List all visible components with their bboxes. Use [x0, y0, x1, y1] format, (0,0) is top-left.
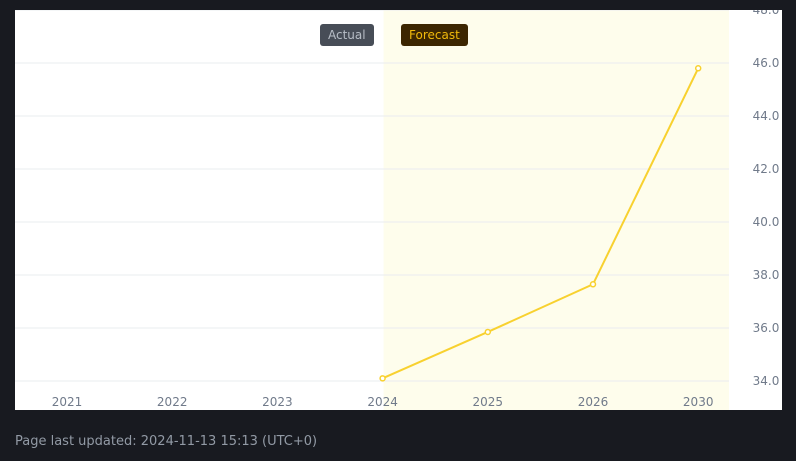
y-tick-label: 36.0: [753, 321, 780, 335]
forecast-region: [383, 10, 729, 410]
page: 34.0 36.0 38.0 40.0 42.0 44.0 46.0 48.0 2021 2022…: [0, 0, 796, 461]
y-tick-label: 40.0: [753, 215, 780, 229]
updated-prefix: Page last updated:: [15, 434, 137, 449]
actual-legend-badge[interactable]: Actual: [320, 24, 374, 46]
data-point: [379, 375, 386, 382]
data-point: [694, 65, 702, 72]
y-tick-label: 44.0: [753, 109, 780, 123]
x-tick-label: 2022: [157, 395, 188, 409]
y-tick-label: 34.0: [753, 374, 780, 388]
forecast-legend-badge[interactable]: Forecast: [401, 24, 468, 46]
x-tick-label: 2025: [473, 395, 504, 409]
data-point: [589, 281, 597, 288]
y-tick-label: 46.0: [753, 56, 780, 70]
data-point: [484, 328, 492, 336]
page-last-updated: Page last updated: 2024-11-13 15:13 (UTC…: [15, 434, 317, 449]
chart-canvas: 34.0 36.0 38.0 40.0 42.0 44.0 46.0 48.0 2021 2022…: [15, 10, 780, 410]
y-tick-label: 38.0: [753, 268, 780, 282]
x-tick-label: 2024: [367, 395, 398, 409]
x-tick-label: 2023: [262, 395, 293, 409]
x-tick-label: 2021: [52, 395, 83, 409]
x-tick-label: 2026: [578, 395, 609, 409]
price-prediction-chart: 34.0 36.0 38.0 40.0 42.0 44.0 46.0 48.0 2021 2022…: [15, 10, 782, 410]
y-tick-label: 48.0: [753, 10, 780, 17]
updated-timestamp: 2024-11-13 15:13 (UTC+0): [140, 434, 318, 449]
y-tick-label: 42.0: [753, 162, 780, 176]
x-tick-label: 2030: [683, 395, 714, 409]
